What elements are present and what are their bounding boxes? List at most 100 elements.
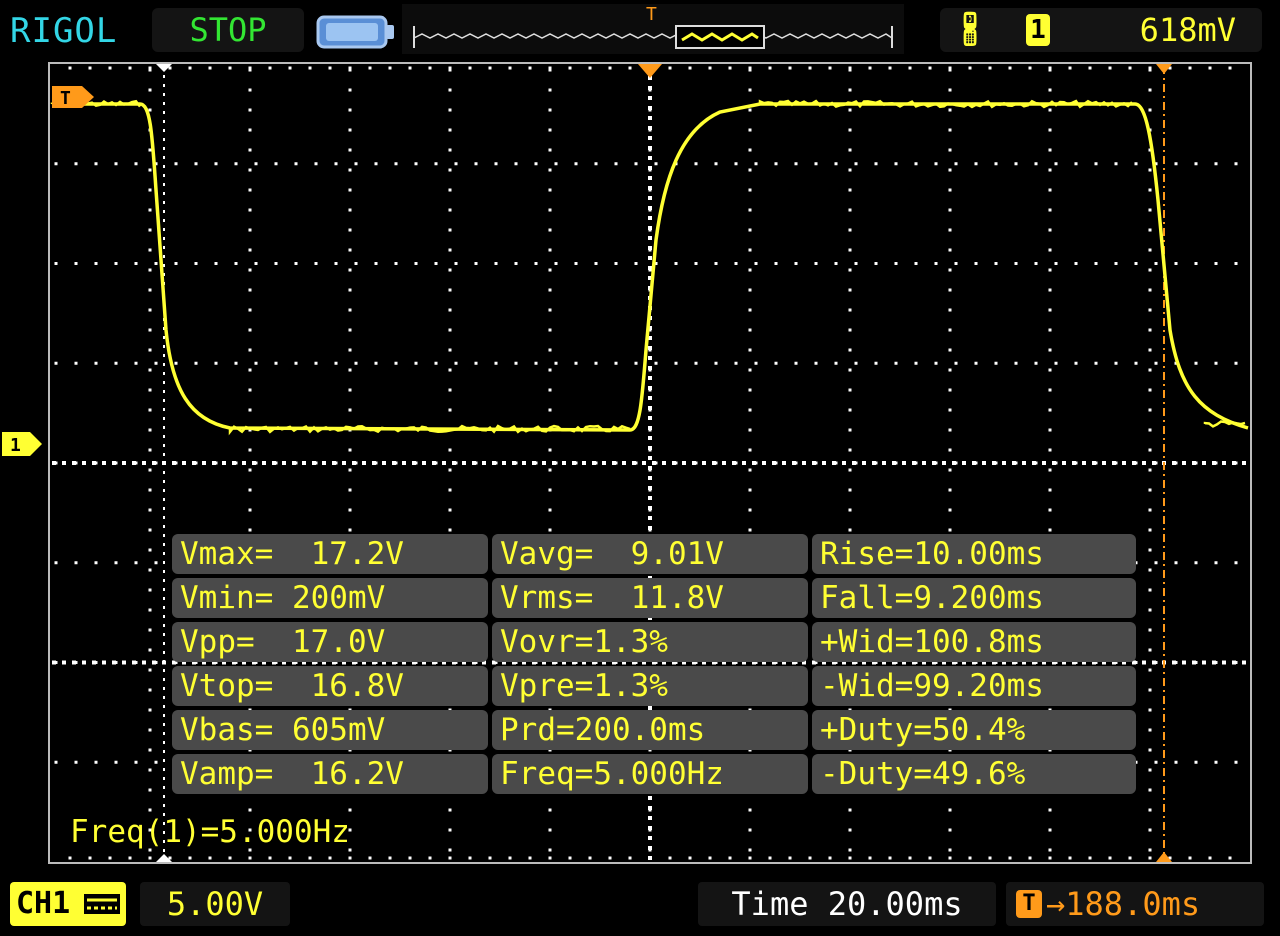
grid-dot	[1174, 561, 1178, 565]
grid-dot	[1048, 808, 1052, 812]
grid-dot	[548, 388, 552, 392]
grid-dot	[314, 262, 318, 265]
border-tick	[208, 856, 212, 860]
border-tick	[1148, 66, 1152, 70]
timebase-readout[interactable]: Time 20.00ms	[698, 882, 996, 926]
grid-dot	[154, 361, 158, 365]
measurement-cell: Vavg= 9.01V	[492, 534, 808, 574]
grid-dot	[548, 368, 552, 372]
center-axis-tick	[648, 236, 652, 240]
grid-dot	[414, 262, 418, 265]
center-axis-tick	[648, 156, 652, 160]
grid-dot	[274, 162, 278, 166]
grid-dot	[348, 448, 352, 452]
grid-dot	[448, 448, 452, 452]
center-axis-tick	[648, 516, 652, 520]
channel1-offset-marker[interactable]: 1	[2, 430, 44, 458]
grid-dot	[948, 428, 952, 432]
border-tick	[648, 856, 652, 860]
grid-dot	[754, 361, 758, 365]
border-tick	[68, 66, 72, 70]
grid-dot	[848, 308, 852, 312]
grid-dot	[1048, 448, 1052, 452]
center-axis-tick	[648, 826, 652, 830]
grid-dot	[134, 162, 138, 166]
grid-dot	[1148, 108, 1152, 112]
center-axis-tick	[1002, 461, 1006, 465]
grid-dot	[114, 361, 118, 365]
grid-dot	[148, 788, 152, 792]
grid-dot	[248, 188, 252, 192]
grid-dot	[248, 308, 252, 312]
grid-dot	[994, 162, 998, 166]
grid-dot	[748, 148, 752, 152]
border-tick	[368, 66, 372, 70]
grid-dot	[148, 488, 152, 492]
border-tick	[1068, 856, 1072, 860]
border-tick	[528, 856, 532, 860]
grid-dot	[474, 162, 478, 166]
grid-dot	[248, 168, 252, 172]
grid-dot	[148, 88, 152, 92]
grid-dot	[54, 760, 58, 764]
grid-dot	[674, 361, 678, 365]
grid-dot	[148, 328, 152, 332]
grid-dot	[948, 388, 952, 392]
grid-dot	[1048, 248, 1052, 252]
grid-dot	[554, 162, 558, 166]
center-axis-tick	[1122, 461, 1126, 465]
measurement-cell: Vpre=1.3%	[492, 666, 808, 706]
border-tick	[208, 66, 212, 70]
grid-dot	[548, 308, 552, 312]
border-tick	[788, 66, 792, 70]
channel1-button[interactable]: CH1	[10, 882, 126, 926]
grid-dot	[1048, 848, 1052, 852]
border-tick	[688, 66, 692, 70]
grid-dot	[774, 262, 778, 265]
grid-dot	[348, 208, 352, 212]
grid-dot	[74, 262, 78, 265]
grid-dot	[954, 361, 958, 365]
grid-dot	[448, 308, 452, 312]
border-tick	[768, 66, 772, 70]
grid-dot	[848, 188, 852, 192]
center-axis-tick	[332, 461, 336, 465]
grid-dot	[1048, 408, 1052, 412]
border-tick	[948, 856, 952, 860]
center-axis-tick	[832, 461, 836, 465]
grid-dot	[1234, 162, 1238, 166]
measurement-cell: Prd=200.0ms	[492, 710, 808, 750]
center-axis-tick	[932, 461, 936, 465]
grid-dot	[1048, 828, 1052, 832]
border-tick	[768, 856, 772, 860]
center-axis-tick	[522, 461, 526, 465]
grid-dot	[834, 262, 838, 265]
channel1-vertical-scale[interactable]: 5.00V	[140, 882, 290, 926]
grid-dot	[148, 808, 152, 812]
grid-dot	[948, 808, 952, 812]
grid-dot	[954, 162, 958, 166]
grid-dot	[1134, 361, 1138, 365]
center-axis-tick	[648, 446, 652, 450]
grid-dot	[454, 262, 458, 265]
center-axis-tick	[852, 461, 856, 465]
border-tick	[1028, 856, 1032, 860]
center-axis-tick	[648, 806, 652, 810]
grid-dot	[1154, 760, 1158, 764]
center-axis-tick	[648, 256, 652, 260]
border-tick	[708, 66, 712, 70]
grid-dot	[448, 348, 452, 352]
grid-dot	[248, 328, 252, 332]
center-axis-tick	[222, 461, 226, 465]
border-tick	[568, 856, 572, 860]
border-tick	[888, 856, 892, 860]
grid-dot	[1154, 262, 1158, 265]
border-tick	[1008, 66, 1012, 70]
trigger-offset-readout[interactable]: T →188.0ms	[1006, 882, 1264, 926]
grid-dot	[1148, 728, 1152, 732]
grid-dot	[448, 828, 452, 832]
grid-dot	[174, 262, 178, 265]
center-axis-tick	[702, 461, 706, 465]
grid-dot	[1048, 208, 1052, 212]
measurement-cell: Vovr=1.3%	[492, 622, 808, 662]
